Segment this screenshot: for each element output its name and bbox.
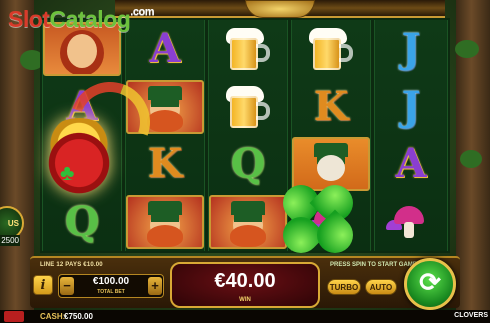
tree-left [0,0,34,323]
symbol-beer-icon [224,84,272,130]
cash-value: €750.00 [64,312,93,321]
info-button[interactable]: i [33,275,53,295]
symbol-j: J [401,24,421,72]
symbol-j: J [401,82,421,130]
symbol-a: A [395,140,427,188]
symbol-beer-icon [307,26,355,72]
increase-bet-button[interactable]: + [148,277,162,295]
symbol-beer-icon [224,26,272,72]
ivy-leaf [455,40,479,58]
win-amount: €40.00 [214,270,276,292]
cash-icon [4,311,24,322]
reel-cell [209,78,287,136]
clover-icon: ♣ [60,160,75,185]
symbol-mushroom-icon [386,202,436,242]
symbol-a: A [149,24,181,72]
symbol-leprechaun-icon [209,195,287,250]
reel-cell: J [375,78,447,136]
reel-3: Q [208,20,288,251]
total-bet-value: €100.00 [92,276,130,287]
reel-cell [209,193,287,251]
reel-cell: Q [43,193,121,251]
bonus-amount: 2500 [0,235,20,246]
bonus-label: US [7,218,19,228]
reel-cell: Q [209,136,287,194]
reel-header-ornament [115,0,445,18]
symbol-k: K [147,140,183,188]
symbol-q: Q [64,198,100,246]
reel-cell: K [292,78,370,136]
ivy-leaf [460,150,482,168]
reel-5: JJA [374,20,448,251]
symbol-k: K [313,82,349,130]
reel-cell [126,193,204,251]
reel-cell [209,20,287,78]
game-title: CLOVERS [454,312,488,319]
four-leaf-clover-icon [275,177,361,261]
line-pays-text: LINE 12 PAYS €10.00 [40,262,103,268]
reel-cell [292,20,370,78]
celtic-knot-icon [245,0,315,18]
reel-cell: A [375,136,447,194]
press-spin-hint: PRESS SPIN TO START GAME [330,262,417,268]
win-label: WIN [239,297,251,303]
symbol-leprechaun-icon [126,195,204,250]
slotcatalog-watermark: SlotCatalog.com [8,6,154,32]
reel-cell [375,193,447,251]
autoplay-button[interactable]: AUTO [365,279,397,295]
refresh-icon: ⟳ [419,267,441,297]
cash-label: CASH: [40,312,66,321]
reel-cell: J [375,20,447,78]
total-bet-label: TOTAL BET [97,289,125,295]
turbo-button[interactable]: TURBO [327,279,361,295]
decrease-bet-button[interactable]: − [60,277,74,295]
pot-of-gold-icon [36,118,122,200]
symbol-q: Q [230,140,266,188]
